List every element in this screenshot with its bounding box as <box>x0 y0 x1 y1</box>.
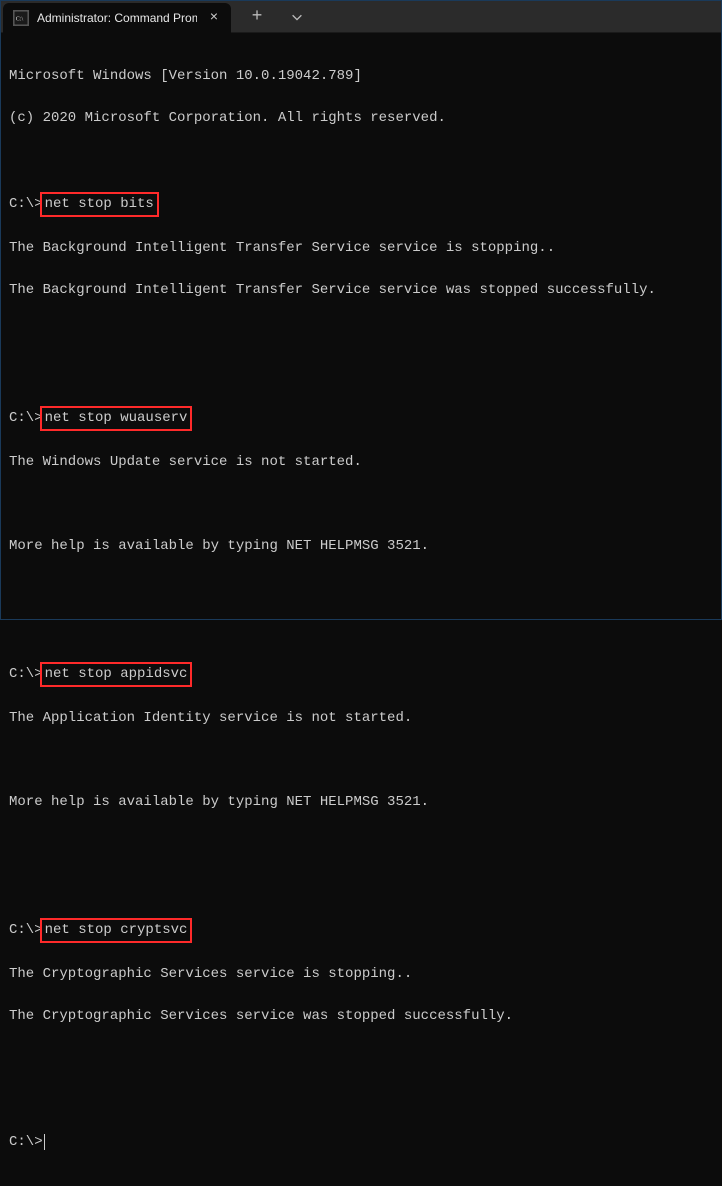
highlighted-command: net stop cryptsvc <box>40 918 193 943</box>
output-line: The Background Intelligent Transfer Serv… <box>9 280 713 301</box>
blank-line <box>9 834 713 855</box>
current-prompt-line: C:\> <box>9 1132 713 1153</box>
command-line: C:\>net stop appidsvc <box>9 662 713 687</box>
output-line: More help is available by typing NET HEL… <box>9 792 713 813</box>
blank-line <box>9 876 713 897</box>
titlebar-controls: + <box>239 2 315 32</box>
blank-line <box>9 578 713 599</box>
command-line: C:\>net stop cryptsvc <box>9 918 713 943</box>
intro-line: Microsoft Windows [Version 10.0.19042.78… <box>9 66 713 87</box>
cmd-icon: C:\ <box>13 10 29 26</box>
text-cursor <box>44 1134 45 1150</box>
output-line: The Windows Update service is not starte… <box>9 452 713 473</box>
output-line: More help is available by typing NET HEL… <box>9 536 713 557</box>
tab-dropdown-button[interactable] <box>279 2 315 32</box>
tab-title: Administrator: Command Prom <box>37 11 197 25</box>
blank-line <box>9 1048 713 1069</box>
blank-line <box>9 150 713 171</box>
prompt: C:\> <box>9 410 43 426</box>
chevron-down-icon <box>290 10 304 24</box>
blank-line <box>9 494 713 515</box>
highlighted-command: net stop appidsvc <box>40 662 193 687</box>
terminal-output[interactable]: Microsoft Windows [Version 10.0.19042.78… <box>1 33 721 1186</box>
output-line: The Application Identity service is not … <box>9 708 713 729</box>
blank-line <box>9 322 713 343</box>
prompt: C:\> <box>9 922 43 938</box>
highlighted-command: net stop bits <box>40 192 159 217</box>
new-tab-button[interactable]: + <box>239 2 275 32</box>
command-line: C:\>net stop wuauserv <box>9 406 713 431</box>
prompt: C:\> <box>9 1134 43 1150</box>
output-line: The Background Intelligent Transfer Serv… <box>9 238 713 259</box>
intro-line: (c) 2020 Microsoft Corporation. All righ… <box>9 108 713 129</box>
blank-line <box>9 1090 713 1111</box>
highlighted-command: net stop wuauserv <box>40 406 193 431</box>
blank-line <box>9 750 713 771</box>
svg-text:C:\: C:\ <box>16 16 24 22</box>
tab-close-button[interactable]: × <box>205 9 223 27</box>
prompt: C:\> <box>9 196 43 212</box>
command-line: C:\>net stop bits <box>9 192 713 217</box>
titlebar: C:\ Administrator: Command Prom × + <box>1 1 721 33</box>
output-line: The Cryptographic Services service is st… <box>9 964 713 985</box>
output-line: The Cryptographic Services service was s… <box>9 1006 713 1027</box>
blank-line <box>9 620 713 641</box>
blank-line <box>9 364 713 385</box>
prompt: C:\> <box>9 666 43 682</box>
tab-active[interactable]: C:\ Administrator: Command Prom × <box>3 3 231 33</box>
